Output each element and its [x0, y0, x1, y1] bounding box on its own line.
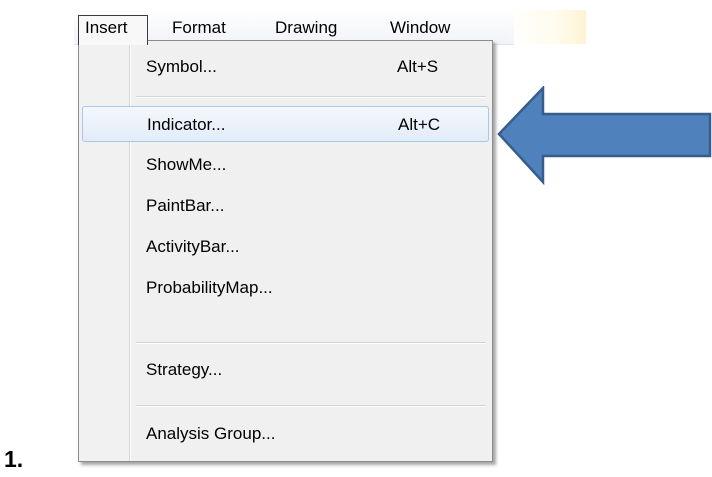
insert-dropdown-menu: Symbol... Alt+S Indicator... Alt+C ShowM…	[78, 40, 493, 462]
menu-item-probabilitymap[interactable]: ProbabilityMap...	[82, 270, 489, 306]
screenshot-stage: Insert Format Drawing Window Symbol... A…	[0, 0, 712, 477]
menu-item-analysis-group[interactable]: Analysis Group...	[82, 416, 489, 452]
menu-separator	[136, 342, 486, 344]
step-number: 1.	[4, 446, 24, 472]
menu-window[interactable]: Window	[384, 15, 456, 41]
menu-separator	[136, 405, 486, 407]
menu-item-strategy[interactable]: Strategy...	[82, 352, 489, 388]
menu-item-shortcut: Alt+C	[398, 115, 441, 134]
menu-item-label: Symbol...	[146, 57, 217, 76]
menu-item-label: Strategy...	[146, 360, 223, 379]
menu-separator	[136, 96, 486, 98]
menu-item-label: Indicator...	[147, 115, 226, 134]
menu-item-indicator[interactable]: Indicator... Alt+C	[82, 106, 489, 142]
menu-format[interactable]: Format	[166, 15, 232, 41]
menu-item-shortcut: Alt+S	[397, 57, 439, 76]
menubar-edge-fade	[504, 10, 586, 44]
arrow-left-icon	[497, 86, 712, 186]
menu-item-symbol[interactable]: Symbol... Alt+S	[82, 49, 489, 85]
menu-insert[interactable]: Insert	[78, 15, 148, 45]
menu-item-label: ProbabilityMap...	[146, 278, 273, 297]
menu-item-activitybar[interactable]: ActivityBar...	[82, 229, 489, 265]
menu-item-label: ShowMe...	[146, 155, 227, 174]
menu-item-label: PaintBar...	[146, 196, 225, 215]
menu-item-showme[interactable]: ShowMe...	[82, 147, 489, 183]
menu-item-paintbar[interactable]: PaintBar...	[82, 188, 489, 224]
menu-drawing[interactable]: Drawing	[269, 15, 343, 41]
menu-item-label: Analysis Group...	[146, 424, 276, 443]
menu-item-label: ActivityBar...	[146, 237, 240, 256]
